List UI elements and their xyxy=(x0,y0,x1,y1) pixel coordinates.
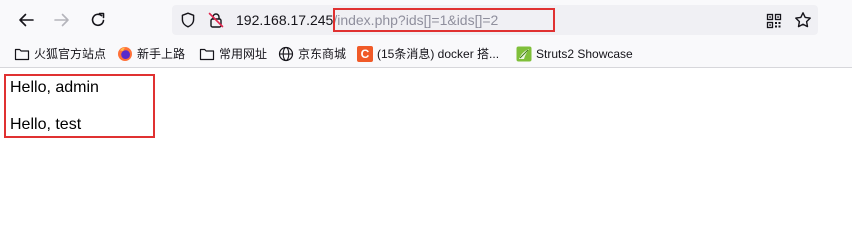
bookmark-label: 常用网址 xyxy=(219,47,268,61)
bookmark-firefox-official[interactable]: 火狐官方站点 xyxy=(14,45,106,63)
back-button[interactable] xyxy=(14,8,38,32)
bookmark-label: 京东商城 xyxy=(298,47,347,61)
bookmark-label: (15条消息) docker 搭... xyxy=(377,47,500,61)
arrow-right-icon xyxy=(54,13,69,27)
shield-icon[interactable] xyxy=(180,12,196,28)
bookmark-jd-mall[interactable]: 京东商城 xyxy=(278,45,346,63)
bookmark-csdn-docker[interactable]: C (15条消息) docker 搭... xyxy=(357,45,499,63)
bookmark-getting-started[interactable]: 新手上路 xyxy=(117,45,185,63)
firefox-icon xyxy=(117,46,133,62)
bookmark-label: Struts2 Showcase xyxy=(536,47,633,61)
browser-toolbar: 192.168.17.245/index.php?ids[]=1&ids[]=2 xyxy=(0,0,852,40)
qr-code-icon[interactable] xyxy=(766,13,782,29)
reload-button[interactable] xyxy=(86,8,110,32)
globe-icon xyxy=(278,46,294,62)
content-highlight-box xyxy=(4,74,155,138)
reload-icon xyxy=(91,12,105,27)
url-highlight-box xyxy=(333,8,555,32)
bookmark-common-sites[interactable]: 常用网址 xyxy=(199,45,267,63)
bookmark-label: 火狐官方站点 xyxy=(34,47,107,61)
bookmark-star-icon[interactable] xyxy=(794,11,812,29)
bookmark-label: 新手上路 xyxy=(137,47,186,61)
csdn-icon-letter: C xyxy=(357,46,373,62)
folder-icon xyxy=(199,46,215,62)
bookmarks-bar: 火狐官方站点 新手上路 常用网址 京东商城 C (15条消息) docker 搭… xyxy=(0,40,852,68)
insecure-lock-icon[interactable] xyxy=(208,12,224,28)
arrow-left-icon xyxy=(19,13,34,27)
page-content: Hello, admin Hello, test xyxy=(0,69,852,245)
csdn-icon: C xyxy=(357,46,373,62)
bookmark-struts2-showcase[interactable]: Struts2 Showcase xyxy=(516,45,633,63)
forward-button[interactable] xyxy=(50,8,74,32)
folder-icon xyxy=(14,46,30,62)
url-host: 192.168.17.245 xyxy=(236,12,334,28)
struts-icon xyxy=(516,46,532,62)
